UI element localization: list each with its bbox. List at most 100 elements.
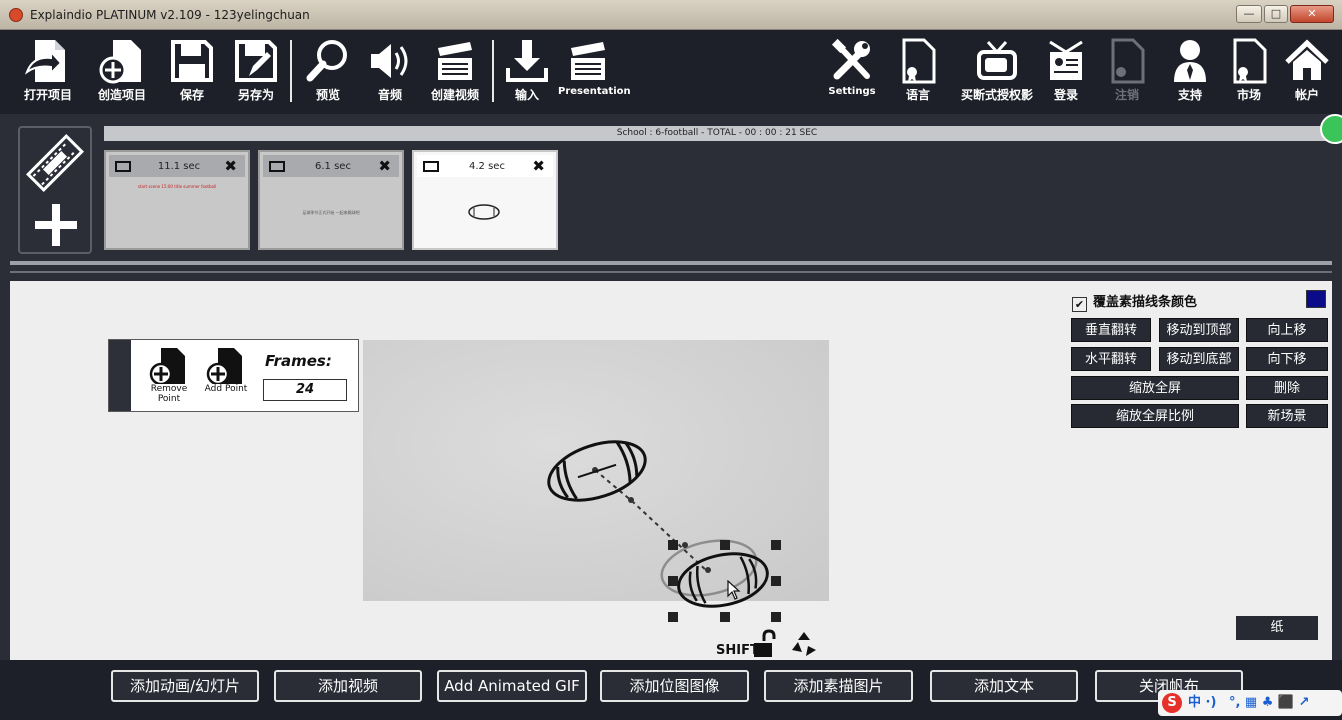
download-import-icon — [506, 40, 548, 82]
resize-handle[interactable] — [668, 576, 678, 586]
settings-button[interactable]: Settings — [824, 38, 880, 97]
minimize-button[interactable]: — — [1236, 5, 1262, 23]
preview-label: 预览 — [315, 88, 340, 102]
timeline-summary: School : 6-football - TOTAL - 00 : 00 : … — [104, 126, 1330, 141]
canvas-stage[interactable] — [363, 340, 829, 622]
remove-point-button[interactable]: Remove Point — [141, 348, 197, 404]
open-project-button[interactable]: 打开项目 — [18, 38, 78, 103]
status-badge — [1320, 114, 1342, 144]
flip-horizontal-button[interactable]: 水平翻转 — [1071, 347, 1151, 371]
rotate-recycle-icon[interactable] — [788, 628, 820, 660]
unlock-icon[interactable] — [752, 629, 776, 659]
add-text-button[interactable]: 添加文本 — [930, 670, 1078, 702]
add-video-button[interactable]: 添加视频 — [274, 670, 422, 702]
ime-mode[interactable]: 中 ·) — [1188, 695, 1216, 710]
add-bitmap-image-button[interactable]: 添加位图图像 — [600, 670, 749, 702]
mouse-cursor-icon — [727, 580, 741, 600]
scene-film-icon — [423, 161, 439, 172]
resize-handle[interactable] — [668, 612, 678, 622]
preview-button[interactable]: 预览 — [300, 38, 356, 103]
paper-button[interactable]: 纸 — [1236, 616, 1318, 640]
add-animated-gif-button[interactable]: Add Animated GIF — [437, 670, 587, 702]
new-scene-button[interactable]: 新场景 — [1246, 404, 1328, 428]
scene-duration: 6.1 sec — [315, 161, 351, 172]
save-button[interactable]: 保存 — [166, 38, 218, 103]
license-button[interactable]: 买断式授权影 — [954, 38, 1040, 103]
create-video-button[interactable]: 创建视频 — [424, 38, 486, 103]
speaker-icon — [371, 44, 408, 78]
move-down-button[interactable]: 向下移 — [1246, 347, 1328, 371]
open-project-icon — [24, 40, 65, 82]
zoom-fullscreen-ratio-button[interactable]: 缩放全屏比例 — [1071, 404, 1239, 428]
support-button[interactable]: 支持 — [1166, 38, 1214, 103]
resize-handle[interactable] — [668, 540, 678, 550]
support-label: 支持 — [1177, 88, 1202, 102]
tv-icon — [977, 40, 1017, 80]
presentation-button[interactable]: Presentation — [558, 38, 631, 97]
add-animation-slide-button[interactable]: 添加动画/幻灯片 — [111, 670, 259, 702]
save-label: 保存 — [179, 88, 204, 102]
delete-scene-icon[interactable]: ✖ — [224, 157, 237, 175]
account-label: 帐户 — [1294, 88, 1319, 102]
flip-vertical-button[interactable]: 垂直翻转 — [1071, 318, 1151, 342]
overlay-sketch-color-option[interactable]: ✔ 覆盖素描线条颜色 — [1072, 291, 1197, 312]
overlay-checkbox[interactable]: ✔ — [1072, 297, 1087, 312]
move-up-button[interactable]: 向上移 — [1246, 318, 1328, 342]
resize-handle[interactable] — [771, 612, 781, 622]
resize-handle[interactable] — [720, 612, 730, 622]
new-project-icon — [99, 40, 141, 84]
market-button[interactable]: 市场 — [1226, 38, 1272, 103]
audio-button[interactable]: 音频 — [362, 38, 418, 103]
new-project-button[interactable]: 创造项目 — [92, 38, 152, 103]
zoom-fullscreen-button[interactable]: 缩放全屏 — [1071, 376, 1239, 400]
scene-card-header: 11.1 sec ✖ — [109, 155, 245, 177]
login-label: 登录 — [1053, 88, 1078, 102]
login-button[interactable]: 登录 — [1042, 38, 1090, 103]
move-to-top-button[interactable]: 移动到顶部 — [1159, 318, 1239, 342]
add-scene-button[interactable] — [18, 126, 92, 254]
save-as-button[interactable]: 另存为 — [228, 38, 284, 103]
save-icon — [171, 40, 213, 82]
logout-button[interactable]: 注销 — [1104, 38, 1150, 103]
audio-label: 音频 — [377, 88, 402, 102]
add-point-label: Add Point — [204, 384, 248, 394]
ime-tray-icons[interactable]: °, ▦ ♣ ⬛ ↗ — [1229, 695, 1310, 710]
scene-duration: 11.1 sec — [157, 161, 201, 172]
sketch-color-swatch[interactable] — [1306, 290, 1326, 308]
new-project-label: 创造项目 — [97, 88, 146, 102]
app-logo-icon — [9, 8, 23, 22]
frames-input[interactable]: 24 — [263, 379, 347, 401]
delete-button[interactable]: 删除 — [1246, 376, 1328, 400]
delete-scene-icon[interactable]: ✖ — [532, 157, 545, 175]
tools-icon — [831, 38, 870, 80]
presentation-clapperboard-icon — [571, 42, 605, 80]
frames-panel: Remove Point Add Point Frames: 24 — [108, 339, 359, 412]
move-to-bottom-button[interactable]: 移动到底部 — [1159, 347, 1239, 371]
resize-handle[interactable] — [771, 576, 781, 586]
add-point-icon — [206, 348, 242, 384]
scene-card-1[interactable]: 11.1 sec ✖ start scene 15:00 title summe… — [104, 150, 250, 250]
resize-handle[interactable] — [771, 540, 781, 550]
bottom-action-bar: 添加动画/幻灯片 添加视频 Add Animated GIF 添加位图图像 添加… — [0, 660, 1342, 720]
delete-scene-icon[interactable]: ✖ — [378, 157, 391, 175]
maximize-button[interactable]: □ — [1264, 5, 1288, 23]
scene-card-3[interactable]: 4.2 sec ✖ — [412, 150, 558, 250]
overlay-sketch-color-label: 覆盖素描线条颜色 — [1093, 295, 1198, 310]
add-sketch-image-button[interactable]: 添加素描图片 — [764, 670, 913, 702]
import-button[interactable]: 输入 — [502, 38, 552, 103]
resize-handle[interactable] — [720, 540, 730, 550]
ime-toolbar[interactable]: S 中 ·) °, ▦ ♣ ⬛ ↗ — [1158, 690, 1342, 716]
frames-panel-handle[interactable] — [109, 340, 131, 411]
login-id-card-icon — [1049, 40, 1083, 80]
add-point-button[interactable]: Add Point — [201, 348, 251, 394]
frames-label: Frames: — [265, 352, 332, 370]
remove-point-icon — [149, 348, 185, 384]
scene-card-2[interactable]: 6.1 sec ✖ 足球季节正式开始 一起来踢球吧 — [258, 150, 404, 250]
scene-film-icon — [115, 161, 131, 172]
account-button[interactable]: 帐户 — [1282, 38, 1332, 103]
language-button[interactable]: 语言 — [894, 38, 942, 103]
scene-timeline: School : 6-football - TOTAL - 00 : 00 : … — [0, 114, 1342, 280]
football-sketch-image — [547, 440, 769, 608]
close-window-button[interactable]: ✕ — [1290, 5, 1334, 23]
clapperboard-icon — [438, 42, 472, 80]
